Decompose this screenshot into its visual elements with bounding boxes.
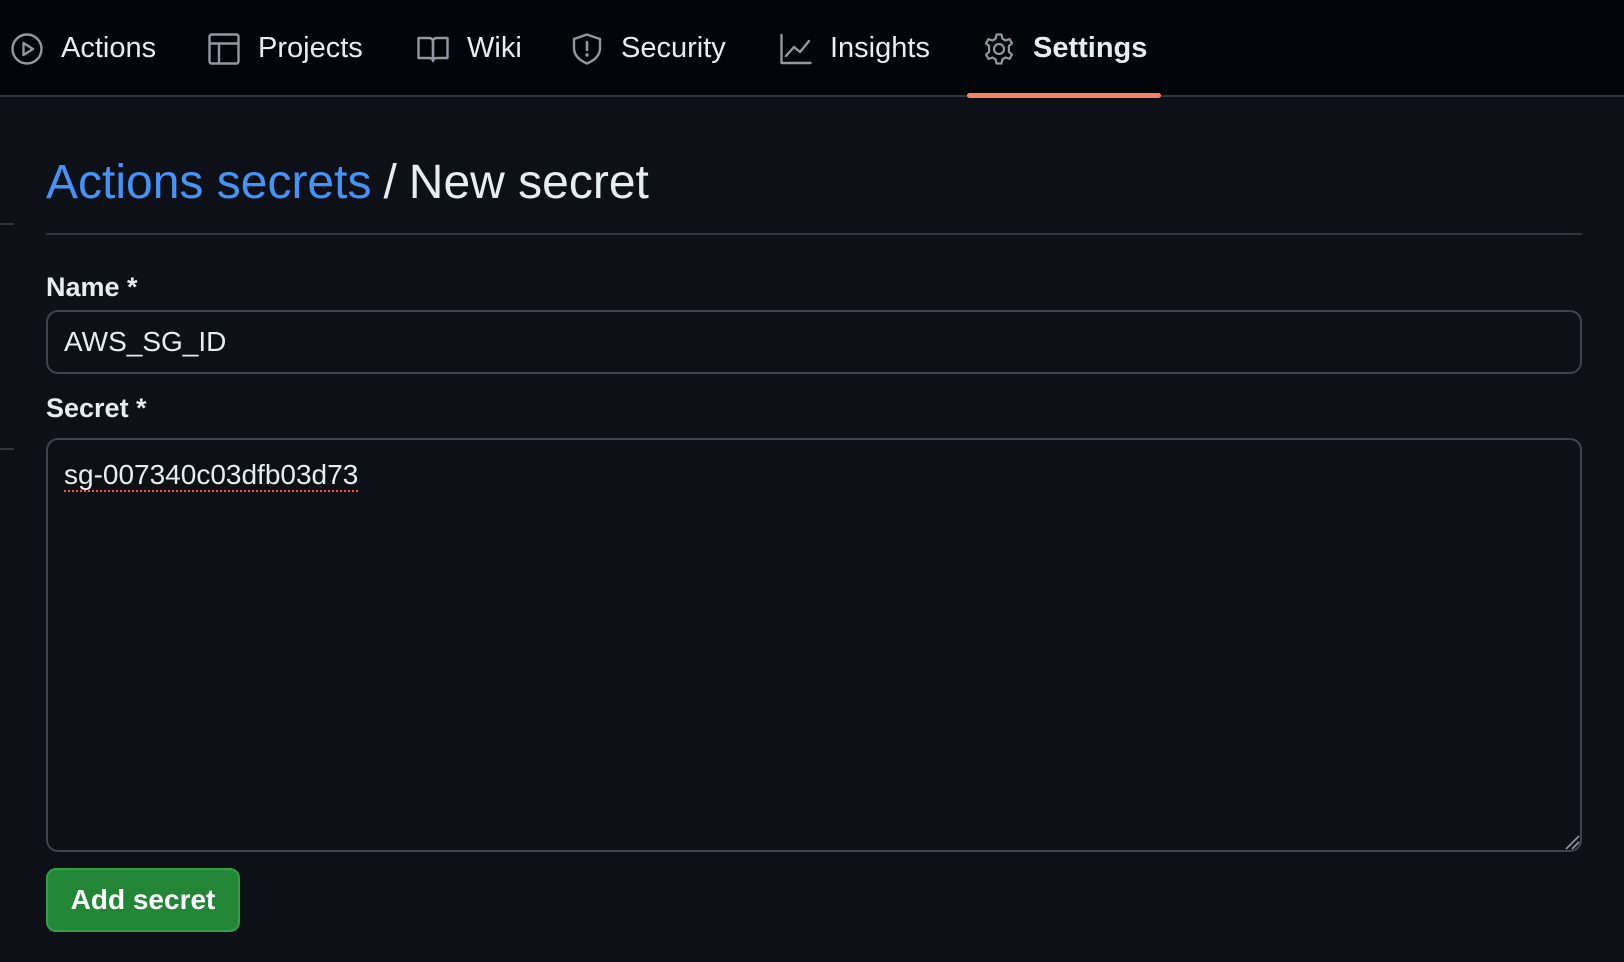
add-secret-button[interactable]: Add secret (46, 868, 240, 932)
tab-settings-label: Settings (1033, 32, 1148, 64)
graph-icon (779, 32, 813, 66)
tab-security[interactable]: Security (570, 0, 726, 97)
active-tab-indicator (967, 93, 1161, 98)
breadcrumb-actions-secrets-link[interactable]: Actions secrets (46, 156, 371, 209)
sidebar-edge-divider (0, 223, 14, 225)
shield-icon (570, 32, 604, 66)
sidebar-edge-divider (0, 448, 14, 450)
page-title-current: New secret (408, 156, 649, 209)
tab-wiki-label: Wiki (467, 32, 522, 64)
play-circle-icon (10, 32, 44, 66)
tab-actions-label: Actions (61, 32, 157, 64)
book-icon (416, 32, 450, 66)
gear-icon (982, 32, 1016, 66)
breadcrumb-separator: / (383, 156, 397, 209)
heading-divider (46, 233, 1582, 235)
resize-handle-icon[interactable] (1564, 834, 1580, 850)
secret-textarea[interactable] (46, 438, 1582, 852)
tab-actions[interactable]: Actions (10, 0, 156, 97)
table-icon (207, 32, 241, 66)
secret-label: Secret * (46, 393, 147, 423)
secret-value-text: sg-007340c03dfb03d73 (64, 459, 359, 490)
name-label: Name * (46, 272, 138, 302)
tab-insights-label: Insights (830, 32, 930, 64)
page-title: Actions secrets / New secret (46, 152, 649, 214)
name-input[interactable] (46, 310, 1582, 374)
tab-insights[interactable]: Insights (779, 0, 930, 97)
tab-security-label: Security (621, 32, 726, 64)
tab-settings[interactable]: Settings (982, 0, 1147, 97)
tab-wiki[interactable]: Wiki (416, 0, 522, 97)
tab-projects-label: Projects (258, 32, 363, 64)
repo-nav: Actions Projects Wiki Security Insights … (0, 0, 1624, 98)
tab-projects[interactable]: Projects (207, 0, 363, 97)
